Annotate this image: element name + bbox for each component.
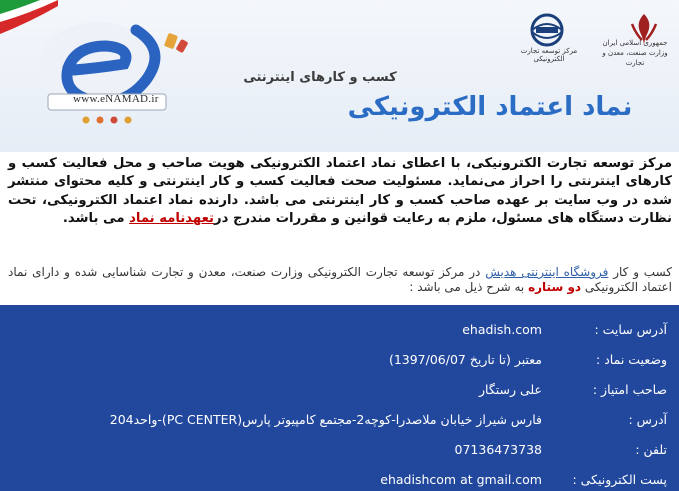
info-row-address: آدرس : فارس شیراز خیابان ملاصدرا-کوچه2-م… — [0, 410, 679, 430]
info-row-phone: تلفن : 07136473738 — [0, 440, 679, 460]
info-value: ehadishcom at gmail.com — [380, 472, 542, 487]
info-value: ehadish.com — [462, 322, 542, 337]
info-value: 07136473738 — [454, 442, 542, 457]
info-row-status: وضعیت نماد : معتبر (تا تاریخ 1397/06/07) — [0, 350, 679, 370]
description-end: می باشد. — [62, 211, 130, 227]
page-title: نماد اعتماد الکترونیکی — [347, 92, 633, 122]
business-status-text: کسب و کار فروشگاه اینترنتی هدیش در مرکز … — [8, 265, 672, 295]
info-panel: آدرس سایت : ehadish.com وضعیت نماد : معت… — [0, 305, 679, 491]
sub-text-part1: کسب و کار — [608, 265, 673, 279]
trust-description: مرکز توسعه تجارت الکترونیکی، با اعطای نم… — [8, 155, 672, 229]
store-link[interactable]: فروشگاه اینترنتی هدیش — [485, 265, 608, 279]
sub-text-part3: به شرح ذیل می باشد : — [409, 280, 529, 294]
enamad-certificate-page: www.eNAMAD.ir کسب و کارهای اینترنتی نماد… — [0, 0, 679, 491]
info-row-owner: صاحب امتیاز : علی رستگار — [0, 380, 679, 400]
header-banner: www.eNAMAD.ir کسب و کارهای اینترنتی نماد… — [0, 0, 679, 152]
info-row-website: آدرس سایت : ehadish.com — [0, 320, 679, 340]
header-tagline: کسب و کارهای اینترنتی — [243, 70, 397, 85]
info-label: وضعیت نماد : — [596, 352, 667, 367]
info-label: صاحب امتیاز : — [592, 382, 667, 397]
info-label: آدرس سایت : — [594, 322, 667, 337]
info-label: تلفن : — [635, 442, 667, 457]
info-value: معتبر (تا تاریخ 1397/06/07) — [388, 352, 542, 367]
ministry-label-line1: جمهوری اسلامی ایران — [602, 39, 668, 47]
info-label: آدرس : — [628, 412, 667, 427]
enamad-site-url: www.eNAMAD.ir — [73, 93, 159, 105]
enamad-e-logo-icon — [38, 22, 188, 124]
ministry-label: جمهوری اسلامی ایران وزارت صنعت، معدن و ت… — [595, 38, 675, 68]
ministry-label-line2: وزارت صنعت، معدن و تجارت — [602, 49, 668, 67]
ecommerce-center-label: مرکز توسعه تجارت الکترونیکی — [520, 47, 578, 63]
info-row-email: پست الکترونیکی : ehadishcom at gmail.com — [0, 470, 679, 490]
star-rating: دو ستاره — [528, 280, 582, 294]
info-value: فارس شیراز خیابان ملاصدرا-کوچه2-مجتمع کا… — [109, 412, 542, 427]
info-label: پست الکترونیکی : — [572, 472, 667, 487]
info-value: علی رستگار — [478, 382, 542, 397]
commitment-link[interactable]: تعهدنامه نماد — [129, 211, 214, 226]
